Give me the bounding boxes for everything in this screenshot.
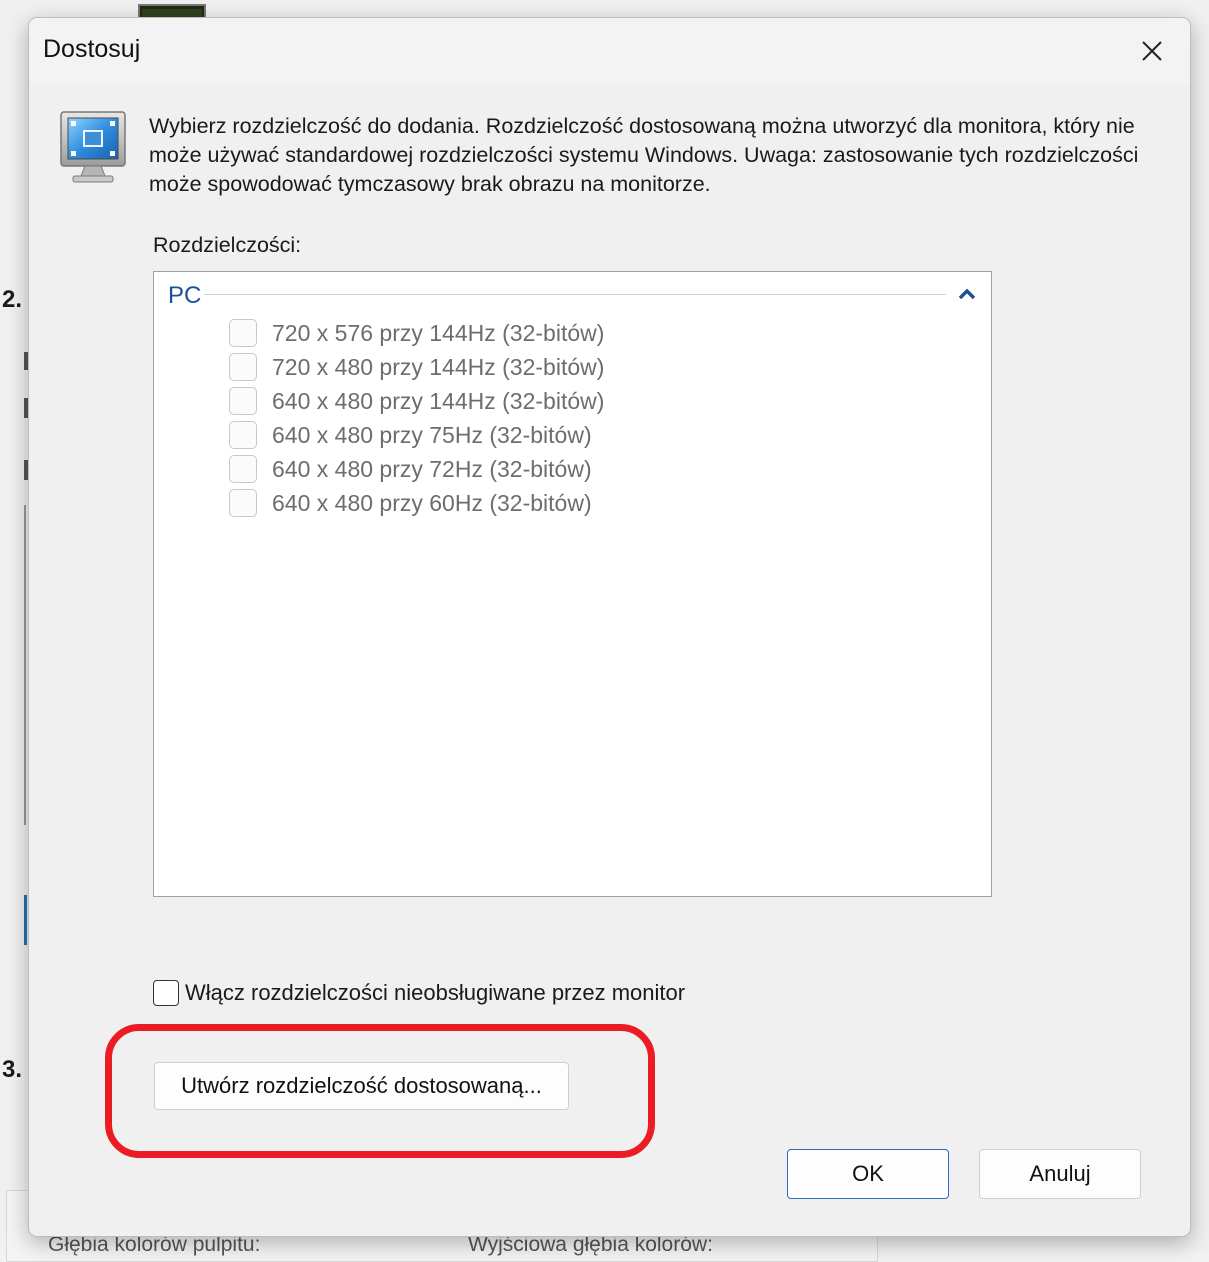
resolutions-label: Rozdzielczości: bbox=[153, 233, 302, 257]
monitor-icon bbox=[59, 110, 129, 184]
close-button[interactable] bbox=[1134, 33, 1170, 69]
customize-dialog: Dostosuj Wybierz rozdzielczość do dodani… bbox=[28, 17, 1191, 1237]
resolution-label: 640 x 480 przy 72Hz (32-bitów) bbox=[272, 455, 592, 482]
resolution-checkbox[interactable] bbox=[229, 387, 257, 415]
resolution-item[interactable]: 640 x 480 przy 75Hz (32-bitów) bbox=[229, 418, 604, 452]
background-divider bbox=[24, 505, 26, 825]
resolution-item[interactable]: 640 x 480 przy 60Hz (32-bitów) bbox=[229, 486, 604, 520]
chevron-up-icon[interactable] bbox=[957, 286, 977, 302]
dialog-title: Dostosuj bbox=[43, 35, 141, 63]
enable-unsupported-label: Włącz rozdzielczości nieobsługiwane prze… bbox=[185, 980, 686, 1005]
ok-button[interactable]: OK bbox=[787, 1149, 949, 1199]
cancel-button[interactable]: Anuluj bbox=[979, 1149, 1141, 1199]
enable-unsupported-checkbox[interactable] bbox=[153, 980, 179, 1006]
resolution-item[interactable]: 640 x 480 przy 144Hz (32-bitów) bbox=[229, 384, 604, 418]
resolution-items: 720 x 576 przy 144Hz (32-bitów) 720 x 48… bbox=[229, 316, 604, 520]
title-bar: Dostosuj bbox=[29, 18, 1190, 84]
resolution-item[interactable]: 720 x 480 przy 144Hz (32-bitów) bbox=[229, 350, 604, 384]
resolution-item[interactable]: 640 x 480 przy 72Hz (32-bitów) bbox=[229, 452, 604, 486]
resolution-label: 720 x 576 przy 144Hz (32-bitów) bbox=[272, 319, 605, 346]
resolution-label: 720 x 480 przy 144Hz (32-bitów) bbox=[272, 353, 605, 380]
background-divider bbox=[24, 895, 27, 945]
background-step-label: 2. bbox=[2, 286, 23, 313]
background-step-label: 3. bbox=[2, 1056, 23, 1083]
enable-unsupported-option[interactable]: Włącz rozdzielczości nieobsługiwane prze… bbox=[153, 980, 685, 1006]
group-header-pc[interactable]: PC bbox=[154, 280, 991, 312]
group-title: PC bbox=[168, 282, 202, 309]
resolution-checkbox[interactable] bbox=[229, 421, 257, 449]
create-custom-resolution-button[interactable]: Utwórz rozdzielczość dostosowaną... bbox=[154, 1062, 569, 1110]
close-icon bbox=[1142, 41, 1162, 61]
resolution-label: 640 x 480 przy 60Hz (32-bitów) bbox=[272, 489, 592, 516]
resolution-label: 640 x 480 przy 144Hz (32-bitów) bbox=[272, 387, 605, 414]
group-divider bbox=[204, 294, 946, 295]
resolution-checkbox[interactable] bbox=[229, 489, 257, 517]
resolution-item[interactable]: 720 x 576 przy 144Hz (32-bitów) bbox=[229, 316, 604, 350]
resolutions-list[interactable]: PC 720 x 576 przy 144Hz (32-bitów) 720 x… bbox=[153, 271, 992, 897]
dialog-description: Wybierz rozdzielczość do dodania. Rozdzi… bbox=[149, 114, 1139, 196]
resolution-checkbox[interactable] bbox=[229, 353, 257, 381]
resolution-checkbox[interactable] bbox=[229, 455, 257, 483]
resolution-checkbox[interactable] bbox=[229, 319, 257, 347]
resolution-label: 640 x 480 przy 75Hz (32-bitów) bbox=[272, 421, 592, 448]
